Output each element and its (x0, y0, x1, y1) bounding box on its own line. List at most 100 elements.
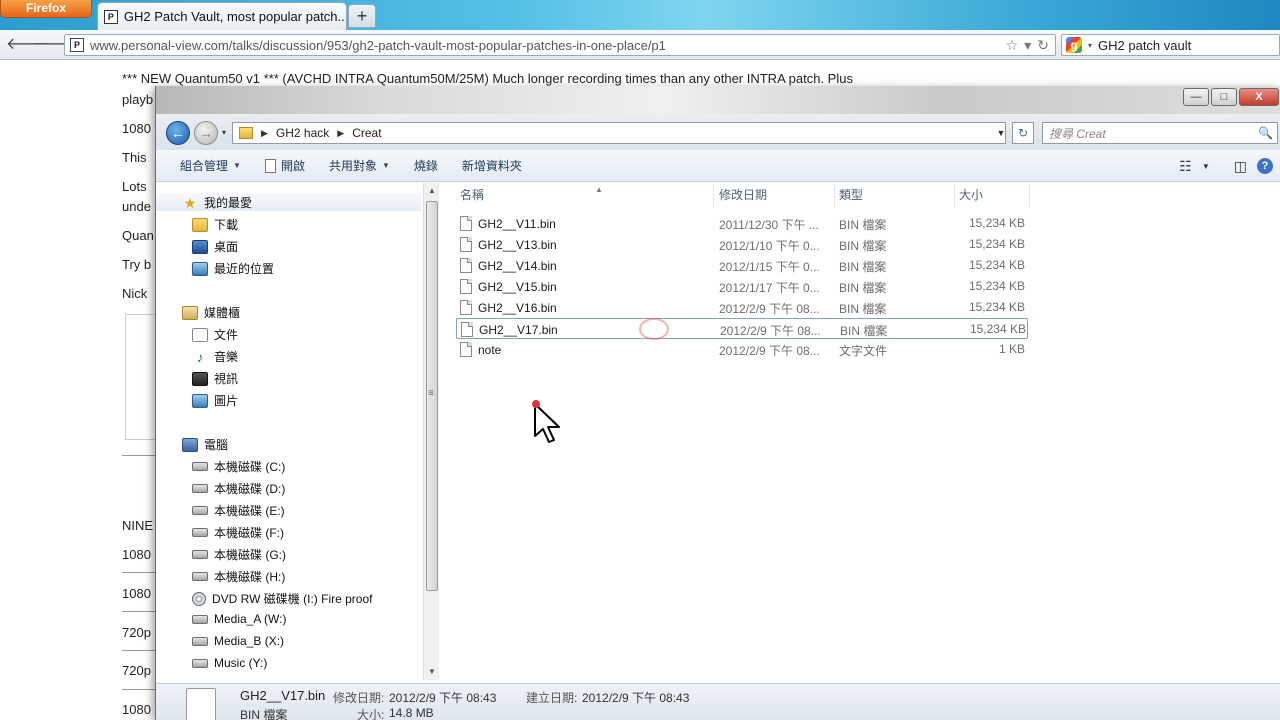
details-size-label: 大小: (357, 708, 385, 720)
explorer-toolbar: 組合管理 ▼ 開啟 共用對象 ▼ 燒錄 新增資料夾 ☷ ▼ ◫ ? (156, 150, 1280, 182)
file-row[interactable]: GH2__V11.bin 2011/12/30 下午 ... BIN 檔案 15… (456, 213, 1028, 234)
nav-label: 本機磁碟 (E:) (214, 504, 285, 518)
page-text-line: This (122, 150, 147, 165)
new-tab-button[interactable]: + (348, 4, 376, 28)
file-size: 15,234 KB (968, 216, 1025, 230)
nav-drive[interactable]: 本機磁碟 (G:) (192, 546, 286, 563)
chevron-down-icon[interactable]: ▼ (1202, 162, 1210, 171)
nav-drive[interactable]: DVD RW 磁碟機 (I:) Fire proof (192, 590, 372, 607)
nav-drive[interactable]: Media_A (W:) (192, 612, 286, 626)
preview-pane-icon[interactable]: ◫ (1234, 158, 1247, 175)
firefox-menu-button[interactable]: Firefox (0, 0, 92, 18)
nav-desktop[interactable]: 桌面 (192, 238, 238, 255)
file-row[interactable]: GH2__V16.bin 2012/2/9 下午 08... BIN 檔案 15… (456, 297, 1028, 318)
nav-drive[interactable]: Media_B (X:) (192, 634, 284, 648)
burn-button[interactable]: 燒錄 (402, 157, 450, 174)
url-dropdown-icon[interactable]: ▾ (1024, 37, 1031, 54)
organize-button[interactable]: 組合管理 ▼ (156, 157, 253, 174)
nav-recent-places[interactable]: 最近的位置 (192, 260, 274, 277)
url-bar[interactable]: P www.personal-view.com/talks/discussion… (64, 34, 1056, 56)
page-text-line: unde (122, 199, 151, 214)
column-header-name[interactable]: 名稱 ▲ (456, 183, 714, 207)
nav-label: 最近的位置 (214, 262, 275, 276)
nav-drive[interactable]: 本機磁碟 (C:) (192, 458, 285, 475)
file-date: 2012/2/9 下午 08... (720, 324, 821, 338)
file-icon (460, 237, 472, 252)
nav-label: Media_B (X:) (214, 634, 285, 648)
share-button[interactable]: 共用對象 ▼ (317, 157, 402, 174)
file-row[interactable]: GH2__V14.bin 2012/1/15 下午 0... BIN 檔案 15… (456, 255, 1028, 276)
explorer-address-bar: ← → ▾ ▶ GH2 hack ▶ Creat ▼ ↻ 搜尋 Creat 🔍 (156, 114, 1280, 150)
file-row[interactable]: note 2012/2/9 下午 08... 文字文件 1 KB (456, 339, 1028, 360)
explorer-back-button[interactable]: ← (166, 121, 190, 145)
column-header-type[interactable]: 類型 (835, 183, 955, 207)
nav-music[interactable]: ♪ 音樂 (192, 348, 239, 365)
details-type: BIN 檔案 (240, 708, 288, 720)
nav-favorites[interactable]: ★ 我的最愛 (182, 194, 252, 211)
nav-documents[interactable]: 文件 (192, 326, 238, 343)
nav-drive[interactable]: 本機磁碟 (D:) (192, 480, 285, 497)
nav-libraries[interactable]: 媒體櫃 (182, 304, 240, 321)
browser-nav-bar: 🡐 🡒 P www.personal-view.com/talks/discus… (0, 30, 1280, 60)
open-button[interactable]: 開啟 (253, 157, 317, 174)
refresh-button[interactable]: ↻ (1012, 122, 1034, 144)
nav-pictures[interactable]: 圖片 (192, 392, 238, 409)
scroll-down-icon[interactable]: ▼ (424, 664, 439, 680)
forward-button[interactable]: 🡒 (32, 35, 75, 55)
back-button[interactable]: 🡐 (6, 35, 49, 55)
maximize-button[interactable]: □ (1211, 88, 1237, 106)
page-text-line: 1080 (122, 702, 151, 717)
search-engine-dropdown-icon[interactable]: ▾ (1088, 41, 1092, 50)
explorer-search-input[interactable]: 搜尋 Creat 🔍 (1042, 122, 1278, 144)
scroll-up-icon[interactable]: ▲ (424, 183, 439, 199)
file-type: BIN 檔案 (839, 260, 887, 274)
file-date: 2012/1/15 下午 0... (719, 260, 820, 274)
view-options-icon[interactable]: ☷ (1179, 158, 1192, 175)
file-row[interactable]: GH2__V15.bin 2012/1/17 下午 0... BIN 檔案 15… (456, 276, 1028, 297)
video-icon (192, 371, 208, 386)
nav-videos[interactable]: 視訊 (192, 370, 238, 387)
document-icon (264, 158, 276, 173)
breadcrumb-separator-icon[interactable]: ▶ (261, 128, 268, 139)
file-name: GH2__V16.bin (478, 300, 557, 315)
nav-drive[interactable]: 本機磁碟 (H:) (192, 568, 285, 585)
file-name: GH2__V14.bin (478, 258, 557, 273)
url-text: www.personal-view.com/talks/discussion/9… (90, 37, 666, 53)
nav-drive[interactable]: 本機磁碟 (F:) (192, 524, 284, 541)
search-bar[interactable]: g ▾ GH2 patch vault (1061, 34, 1280, 56)
minimize-button[interactable]: — (1183, 88, 1209, 106)
explorer-forward-button[interactable]: → (194, 121, 218, 145)
desktop-icon (192, 239, 208, 254)
browser-tab[interactable]: P GH2 Patch Vault, most popular patch... (97, 2, 347, 30)
new-folder-button[interactable]: 新增資料夾 (450, 157, 534, 174)
bookmark-star-icon[interactable]: ☆ (1006, 37, 1019, 54)
network-drive-icon (192, 658, 208, 668)
column-header-date[interactable]: 修改日期 (715, 183, 835, 207)
breadcrumb[interactable]: ▶ GH2 hack ▶ Creat (232, 122, 1006, 144)
explorer-title-bar[interactable]: — □ X (156, 86, 1280, 114)
nav-downloads[interactable]: 下載 (192, 216, 238, 233)
nav-drive[interactable]: 本機磁碟 (E:) (192, 502, 285, 519)
recent-pages-dropdown-icon[interactable]: ▾ (222, 128, 226, 137)
file-row-selected[interactable]: GH2__V17.bin 2012/2/9 下午 08... BIN 檔案 15… (456, 318, 1028, 339)
column-header-size[interactable]: 大小 (955, 183, 1030, 207)
nav-drive[interactable]: Music (Y:) (192, 656, 267, 670)
star-icon: ★ (183, 194, 197, 211)
downloads-folder-icon (192, 217, 208, 232)
close-button[interactable]: X (1239, 88, 1279, 106)
google-search-engine-icon[interactable]: g (1066, 37, 1082, 53)
breadcrumb-separator-icon[interactable]: ▶ (337, 128, 344, 139)
click-indicator-ring (639, 318, 669, 340)
dvd-drive-icon (192, 591, 206, 606)
reload-icon[interactable]: ↻ (1037, 37, 1049, 54)
navigation-pane: ★ 我的最愛 下載 桌面 最近的位置 媒體櫃 文件 ♪ 音樂 視訊 圖片 電腦 … (156, 183, 439, 683)
breadcrumb-item[interactable]: Creat (352, 126, 381, 140)
help-icon[interactable]: ? (1257, 158, 1273, 174)
scrollbar-thumb[interactable] (426, 201, 438, 591)
breadcrumb-item[interactable]: GH2 hack (276, 126, 329, 140)
file-date: 2012/1/10 下午 0... (719, 239, 820, 253)
nav-computer[interactable]: 電腦 (182, 436, 228, 453)
nav-scrollbar[interactable]: ▲ ▼ (423, 183, 439, 680)
file-row[interactable]: GH2__V13.bin 2012/1/10 下午 0... BIN 檔案 15… (456, 234, 1028, 255)
address-dropdown-icon[interactable]: ▼ (994, 122, 1008, 144)
